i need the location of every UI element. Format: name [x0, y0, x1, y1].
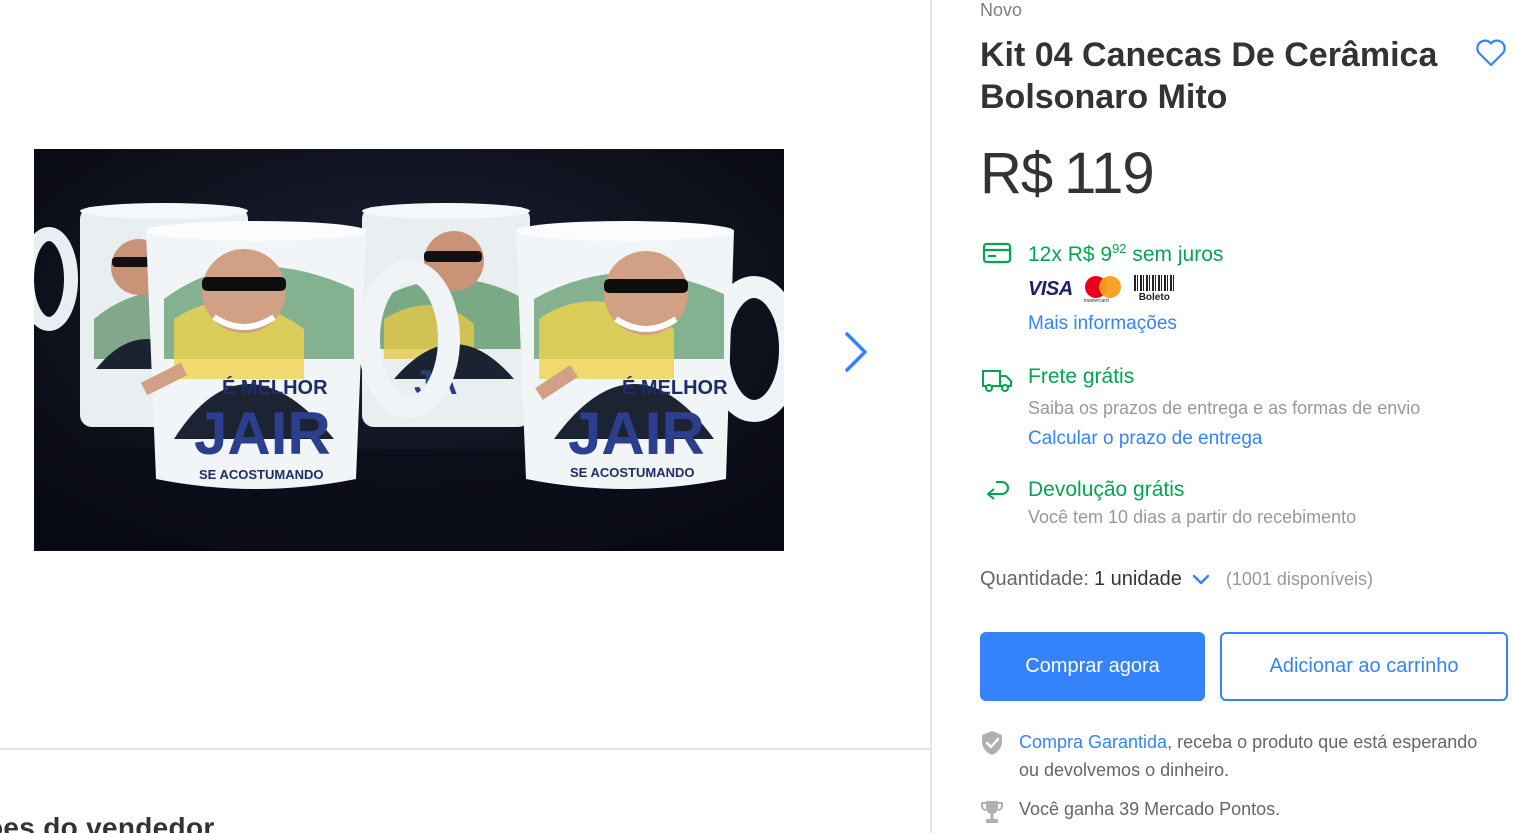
mastercard-logo: mastercard [1083, 274, 1123, 304]
product-title: Kit 04 Canecas De Cerâmica Bolsonaro Mit… [980, 36, 1438, 116]
buy-box: Novo Kit 04 Canecas De Cerâmica Bolsonar… [980, 0, 1510, 833]
installments-prefix: 12x R$ 9 [1028, 243, 1113, 266]
installments-cents: 92 [1112, 241, 1127, 256]
quantity-selector[interactable]: Quantidade: 1 unidade (1001 disponíveis) [980, 568, 1373, 591]
barcode-icon [1133, 275, 1176, 291]
returns-title: Devolução grátis [1028, 478, 1185, 501]
returns-subtitle: Você tem 10 dias a partir do recebimento [1028, 507, 1357, 527]
product-price: R$ 119 [980, 140, 1155, 207]
payment-brands: VISA mastercard Boleto [1028, 274, 1177, 304]
visa-logo: VISA [1028, 277, 1073, 300]
mug-text-line2-b: JAIR [568, 400, 705, 467]
calculate-shipping-link[interactable]: Calcular o prazo de entrega [1028, 428, 1262, 450]
return-arrow-icon [987, 481, 1009, 500]
mug-text-line1: É MELHOR [222, 376, 328, 399]
mugs-photo: JA É MELHOR JAIR SE ACOSTUMANDO É MELHOR… [34, 149, 784, 551]
heart-icon [1476, 39, 1506, 67]
credit-card-icon [982, 242, 1012, 264]
purchase-guarantee-link[interactable]: Compra Garantida [1019, 732, 1167, 752]
mug-text-line3: SE ACOSTUMANDO [199, 467, 323, 482]
more-payment-info-link[interactable]: Mais informações [1028, 313, 1177, 335]
boleto-logo: Boleto [1133, 274, 1177, 304]
item-condition: Novo [980, 0, 1023, 20]
gallery-next-button[interactable] [836, 326, 876, 378]
product-gallery: JA É MELHOR JAIR SE ACOSTUMANDO É MELHOR… [0, 0, 930, 833]
trophy-icon [981, 801, 1003, 823]
buy-now-button[interactable]: Comprar agora [980, 632, 1205, 701]
truck-icon [982, 370, 1012, 392]
chevron-right-icon [845, 332, 867, 372]
mug-text-line3-b: SE ACOSTUMANDO [570, 465, 694, 480]
mug-text-line2: JAIR [194, 400, 331, 467]
favorite-button[interactable] [1474, 36, 1508, 70]
shipping-title: Frete grátis [1028, 365, 1135, 388]
installments-text: 12x R$ 992 sem juros [1028, 241, 1223, 267]
shipping-subtitle: Saiba os prazos de entrega e as formas d… [1028, 398, 1421, 418]
column-divider [930, 0, 932, 833]
quantity-value[interactable]: 1 unidade [1094, 568, 1182, 591]
section-divider [0, 748, 930, 750]
mug-text-line1-b: É MELHOR [622, 376, 728, 399]
quantity-available: (1001 disponíveis) [1225, 569, 1373, 589]
installments-suffix: sem juros [1132, 243, 1224, 266]
add-to-cart-button[interactable]: Adicionar ao carrinho [1220, 632, 1508, 701]
mastercard-caption: mastercard [1083, 298, 1109, 304]
boleto-caption: Boleto [1138, 292, 1170, 303]
price-currency: R$ [980, 141, 1053, 206]
shield-check-icon [982, 731, 1002, 755]
mercado-points-text: Você ganha 39 Mercado Pontos. [1019, 799, 1281, 819]
quantity-label: Quantidade: [980, 568, 1089, 590]
purchase-guarantee: Compra Garantida, receba o produto que e… [1019, 728, 1489, 784]
product-image[interactable]: JA É MELHOR JAIR SE ACOSTUMANDO É MELHOR… [34, 149, 784, 551]
price-amount: 119 [1064, 141, 1154, 206]
chevron-down-icon[interactable] [1192, 574, 1210, 586]
seller-section-heading: ões do vendedor [0, 812, 215, 833]
